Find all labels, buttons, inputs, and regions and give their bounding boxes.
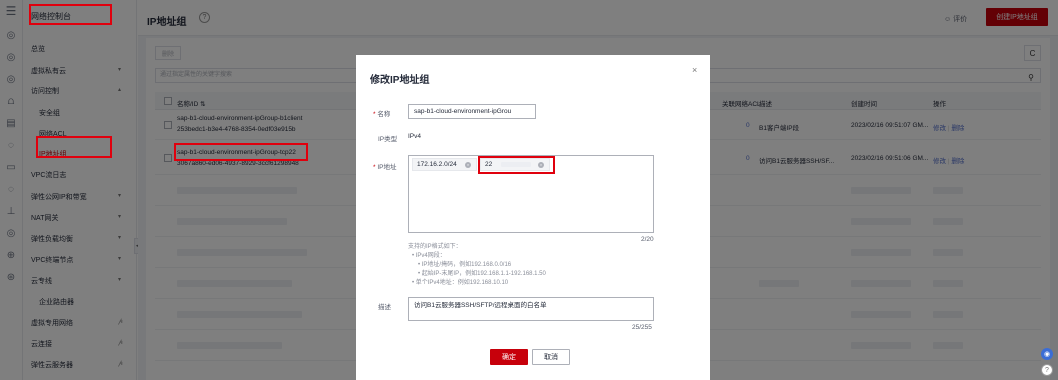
ip-label: * IP地址 — [373, 164, 397, 171]
description-label: 描述 — [378, 304, 391, 311]
dialog-title: 修改IP地址组 — [370, 75, 430, 86]
ip-counter: 2/20 — [641, 236, 654, 243]
masked-value — [501, 162, 531, 167]
hint-line: • IPv4网段： — [412, 253, 446, 259]
cancel-button[interactable]: 取消 — [532, 349, 570, 365]
remove-tag-icon[interactable]: × — [538, 162, 544, 168]
hint-title: 支持的IP格式如下： — [408, 244, 462, 250]
name-label: * 名称 — [373, 111, 391, 118]
help-float-icon[interactable]: ? — [1041, 364, 1053, 376]
iptype-value: IPv4 — [408, 133, 422, 140]
iptype-label: IP类型 — [378, 136, 398, 143]
name-input[interactable]: sap-b1-cloud-environment-ipGrou — [408, 104, 536, 119]
close-icon[interactable]: × — [692, 65, 697, 75]
description-input[interactable]: 访问B1云服务器SSH/SFTP/远程桌面的白名单 — [408, 297, 654, 321]
ip-tag-label: 22 — [485, 161, 493, 168]
confirm-button[interactable]: 确定 — [490, 349, 528, 365]
chat-icon[interactable]: ◉ — [1041, 348, 1053, 360]
edit-ip-group-dialog: 修改IP地址组 × * 名称 sap-b1-cloud-environment-… — [356, 55, 710, 380]
hint-line: • 单个IPv4地址：例如192.168.10.10 — [412, 280, 509, 286]
hint-line: • IP地址/掩码，例如192.168.0.0/16 — [418, 262, 512, 268]
ip-tag-label: 172.16.2.0/24 — [417, 161, 457, 168]
page: ☰ ◎ ◎ ◎ ⩍ ▤ ◌ ▭ ◌ ⊥ ◎ ⊕ ⊛ 网络控制台 总览 虚拟私有云… — [0, 0, 1058, 380]
hint-line: • 起始IP-末尾IP，例如192.168.1.1-192.168.1.50 — [418, 271, 546, 277]
ip-tag: 172.16.2.0/24 × — [412, 158, 477, 171]
ip-tag: 22 × — [480, 158, 550, 171]
description-counter: 25/255 — [632, 324, 652, 331]
remove-tag-icon[interactable]: × — [465, 162, 471, 168]
